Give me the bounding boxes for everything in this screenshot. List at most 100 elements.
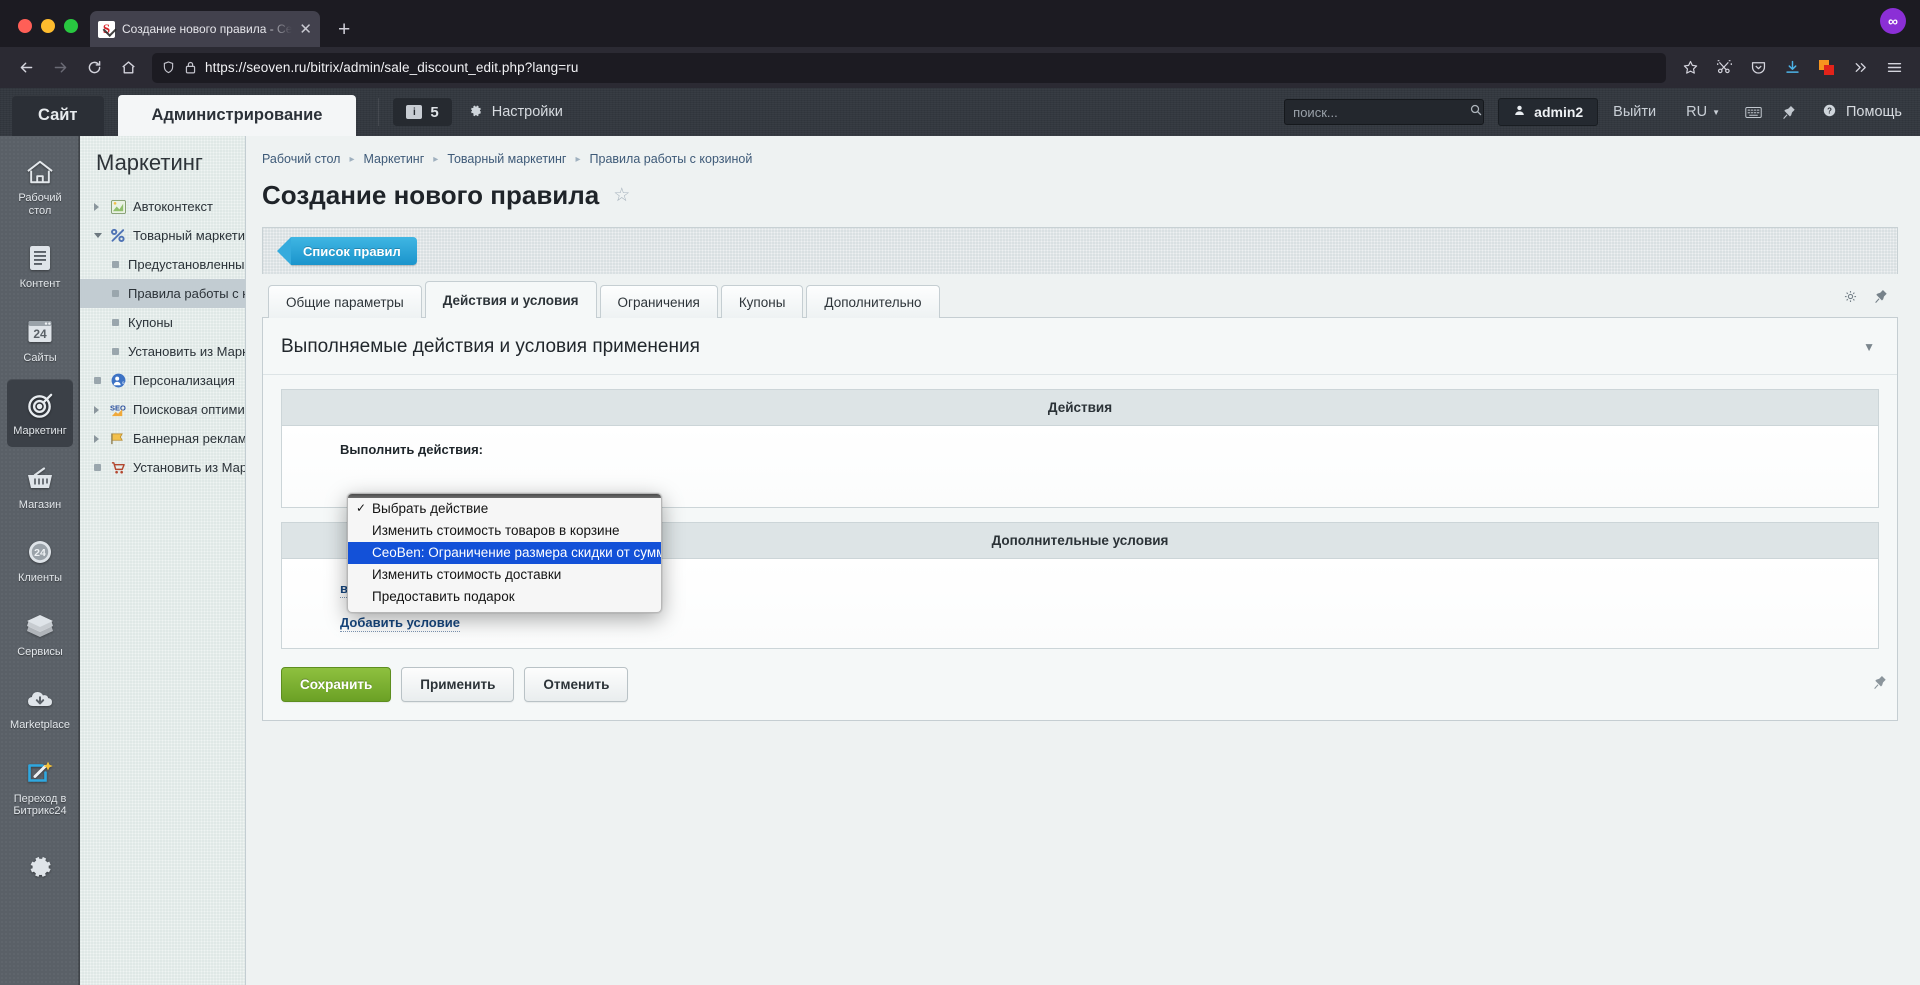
- panel-tab-administration[interactable]: Администрирование: [118, 95, 357, 136]
- menu-item-product-marketing[interactable]: Товарный маркетинг: [80, 221, 245, 250]
- logout-link[interactable]: Выйти: [1598, 88, 1671, 136]
- gear-icon[interactable]: [1843, 289, 1858, 309]
- close-window-button[interactable]: [18, 19, 32, 33]
- rail-item-clients[interactable]: 24 Клиенты: [7, 526, 73, 594]
- user-name: admin2: [1534, 104, 1583, 120]
- document-icon: [23, 243, 57, 273]
- action-select-dropdown[interactable]: Выбрать действие Изменить стоимость това…: [347, 493, 662, 613]
- firefox-account-avatar[interactable]: ∞: [1880, 8, 1906, 34]
- rail-item-settings[interactable]: [7, 841, 73, 891]
- dropdown-option-ceoben-discount-limit[interactable]: CeoBen: Ограничение размера скидки от су…: [348, 542, 661, 564]
- search-input[interactable]: [1293, 105, 1469, 120]
- forward-arrow-icon[interactable]: [44, 52, 76, 84]
- help-button[interactable]: ? Помощь: [1806, 88, 1920, 136]
- download-icon[interactable]: [1776, 52, 1808, 84]
- menu-item-install-from-marketplace-sub[interactable]: Установить из Маркетплейс: [80, 337, 245, 366]
- rail-item-bitrix24[interactable]: Переход в Битрикс24: [7, 747, 73, 827]
- apply-button[interactable]: Применить: [401, 667, 514, 702]
- menu-item-basket-rules[interactable]: Правила работы с корзиной: [80, 279, 245, 308]
- user-menu-button[interactable]: admin2: [1498, 98, 1598, 126]
- tab-additional[interactable]: Дополнительно: [806, 285, 939, 318]
- rail-item-marketing[interactable]: Маркетинг: [7, 379, 73, 447]
- window-controls[interactable]: [12, 19, 90, 47]
- chevron-down-icon[interactable]: ▼: [1863, 340, 1875, 354]
- panel-settings-button[interactable]: Настройки: [452, 88, 579, 136]
- admin-search-box[interactable]: [1284, 99, 1484, 125]
- overflow-chevrons-icon[interactable]: [1844, 52, 1876, 84]
- rail-item-shop[interactable]: Магазин: [7, 453, 73, 521]
- tab-coupons[interactable]: Купоны: [721, 285, 804, 318]
- bookmark-star-icon[interactable]: [1674, 52, 1706, 84]
- menu-item-coupons[interactable]: Купоны: [80, 308, 245, 337]
- chevron-right-icon[interactable]: [94, 203, 103, 211]
- cancel-button[interactable]: Отменить: [524, 667, 628, 702]
- menu-item-banner-ads[interactable]: Баннерная реклама: [80, 424, 245, 453]
- menu-item-install-from-marketplace[interactable]: Установить из Маркетплейс: [80, 453, 245, 482]
- screenshot-icon[interactable]: [1708, 52, 1740, 84]
- shield-icon[interactable]: [161, 60, 176, 75]
- svg-text:24: 24: [34, 547, 46, 559]
- tab-restrictions[interactable]: Ограничения: [600, 285, 718, 318]
- address-bar[interactable]: https://seoven.ru/bitrix/admin/sale_disc…: [152, 53, 1666, 83]
- seo-icon: SEO: [110, 402, 126, 418]
- breadcrumb-item[interactable]: Рабочий стол: [262, 152, 340, 166]
- rail-item-marketplace[interactable]: Marketplace: [7, 673, 73, 741]
- language-selector[interactable]: RU ▼: [1671, 88, 1735, 136]
- breadcrumb-item[interactable]: Маркетинг: [364, 152, 425, 166]
- maximize-window-button[interactable]: [64, 19, 78, 33]
- chevron-down-icon[interactable]: [94, 233, 103, 238]
- lock-icon[interactable]: [184, 60, 197, 75]
- rules-list-button[interactable]: Список правил: [291, 237, 417, 265]
- minimize-window-button[interactable]: [41, 19, 55, 33]
- notifications-badge[interactable]: i 5: [393, 98, 451, 126]
- language-label: RU: [1686, 104, 1707, 120]
- pin-icon[interactable]: [1874, 289, 1888, 309]
- menu-item-label: Установить из Маркетплейс: [133, 460, 246, 475]
- keyboard-icon[interactable]: [1735, 88, 1772, 136]
- reload-icon[interactable]: [78, 52, 110, 84]
- pocket-icon[interactable]: [1742, 52, 1774, 84]
- basket-icon: [23, 464, 57, 494]
- save-button[interactable]: Сохранить: [281, 667, 391, 702]
- rail-item-sites[interactable]: 24 Сайты: [7, 306, 73, 374]
- dropdown-option-change-delivery-price[interactable]: Изменить стоимость доставки: [348, 564, 661, 586]
- dropdown-option-select-action[interactable]: Выбрать действие: [348, 498, 661, 520]
- menu-item-personalization[interactable]: % Персонализация: [80, 366, 245, 395]
- add-condition-link[interactable]: Добавить условие: [340, 615, 460, 632]
- dropdown-option-change-cart-price[interactable]: Изменить стоимость товаров в корзине: [348, 520, 661, 542]
- search-icon[interactable]: [1469, 103, 1483, 122]
- rail-item-desktop[interactable]: Рабочий стол: [7, 146, 73, 226]
- dropdown-option-provide-gift[interactable]: Предоставить подарок: [348, 586, 661, 608]
- back-arrow-icon[interactable]: [10, 52, 42, 84]
- new-tab-button[interactable]: +: [320, 19, 364, 47]
- menu-item-seo[interactable]: SEO Поисковая оптимизация: [80, 395, 245, 424]
- person-badge-icon: %: [110, 373, 126, 389]
- rail-item-services[interactable]: Сервисы: [7, 600, 73, 668]
- chevron-right-icon[interactable]: [94, 406, 103, 414]
- tab-actions-and-conditions[interactable]: Действия и условия: [425, 281, 597, 318]
- tab-tools: [1843, 289, 1898, 317]
- menu-item-preset-list[interactable]: Предустановленный список: [80, 250, 245, 279]
- rail-item-content[interactable]: Контент: [7, 232, 73, 300]
- pin-icon[interactable]: [1873, 675, 1887, 695]
- add-condition-row: Добавить условие: [340, 614, 1878, 632]
- chevron-right-icon[interactable]: [94, 435, 103, 443]
- star-icon[interactable]: ☆: [613, 184, 630, 207]
- section-submenu: Маркетинг Автоконтекст Товарный маркетин…: [80, 136, 246, 985]
- rail-label: Рабочий стол: [9, 192, 71, 217]
- content-toolbar: Список правил: [262, 227, 1898, 274]
- hamburger-menu-icon[interactable]: [1878, 52, 1910, 84]
- home-icon[interactable]: [112, 52, 144, 84]
- action-select-placeholder[interactable]: [340, 465, 1878, 491]
- close-icon[interactable]: ✕: [299, 22, 312, 37]
- rail-label: Сайты: [23, 352, 56, 365]
- extension-icon[interactable]: [1810, 52, 1842, 84]
- pin-icon[interactable]: [1772, 88, 1806, 136]
- menu-item-autocontext[interactable]: Автоконтекст: [80, 192, 245, 221]
- panel-tab-site[interactable]: Сайт: [12, 95, 104, 136]
- menu-item-label: Установить из Маркетплейс: [128, 344, 246, 359]
- breadcrumb-item[interactable]: Правила работы с корзиной: [590, 152, 753, 166]
- tab-general-parameters[interactable]: Общие параметры: [268, 285, 422, 318]
- breadcrumb-item[interactable]: Товарный маркетинг: [447, 152, 566, 166]
- browser-tab[interactable]: S Создание нового правила - Се ✕: [90, 11, 320, 47]
